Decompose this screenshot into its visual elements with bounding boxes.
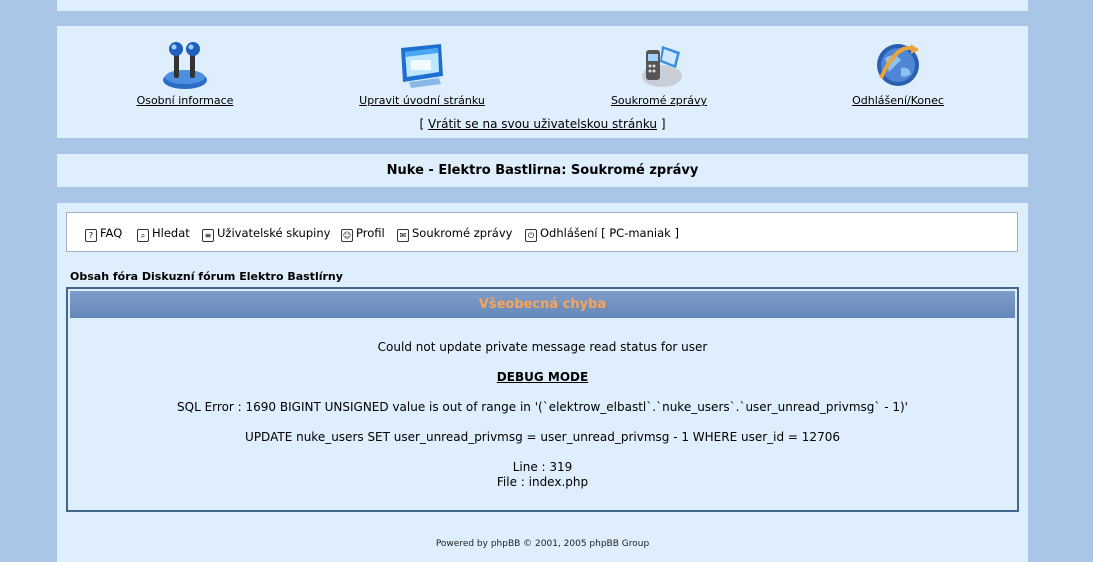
nav-item-private-messages[interactable]: Soukromé zprávy (559, 38, 759, 107)
return-to-user-page-link[interactable]: Vrátit se na svou uživatelskou stránku (428, 117, 657, 131)
footer-powered-by: Powered by phpBB © 2001, 2005 phpBB Grou… (435, 539, 650, 549)
monitor-window-icon (401, 44, 443, 88)
profile-icon: ☺ (341, 229, 353, 242)
toolbar-logout-label: Odhlášení [ PC-maniak ] (540, 226, 679, 240)
usergroups-icon: ≡ (202, 229, 214, 242)
sql-query-text: UPDATE nuke_users SET user_unread_privms… (245, 430, 840, 444)
error-line-number: Line : 319 (512, 460, 573, 474)
forum-toolbar: ? FAQ ⌕ Hledat ≡ Uživatelské skupiny ☺ Profi… (66, 212, 1018, 252)
toolbar-private-messages[interactable]: ✉ Soukromé zprávy (397, 226, 512, 242)
nav-label-personal-info[interactable]: Osobní informace (137, 94, 234, 107)
phone-message-icon (642, 46, 682, 87)
nav-item-personal-info[interactable]: Osobní informace (85, 38, 285, 107)
faq-icon: ? (85, 229, 97, 242)
toolbar-faq-label: FAQ (100, 226, 123, 240)
debug-mode-label: DEBUG MODE (496, 370, 589, 384)
nav-label-private-messages[interactable]: Soukromé zprávy (611, 94, 707, 107)
message-icon: ✉ (397, 229, 409, 242)
debug-mode-heading: DEBUG MODE (68, 370, 1017, 384)
toolbar-faq[interactable]: ? FAQ (85, 226, 122, 242)
nav-item-edit-homepage[interactable]: Upravit úvodní stránku (322, 38, 522, 107)
nav-item-logout[interactable]: Odhlášení/Konec (798, 38, 998, 107)
logout-icon: ⏻ (525, 229, 537, 242)
toolbar-search[interactable]: ⌕ Hledat (137, 226, 190, 242)
breadcrumb[interactable]: Obsah fóra Diskuzní fórum Elektro Bastlí… (70, 270, 343, 283)
globe-exit-icon (877, 44, 919, 86)
toolbar-logout[interactable]: ⏻ Odhlášení [ PC-maniak ] (525, 226, 679, 242)
toolbar-pm-label: Soukromé zprávy (412, 226, 513, 240)
error-box: Všeobecná chyba Could not update private… (66, 287, 1019, 512)
toolbar-profile-label: Profil (356, 226, 385, 240)
return-bracket-close: ] (660, 117, 666, 131)
toolbar-usergroups[interactable]: ≡ Uživatelské skupiny (202, 226, 330, 242)
nav-label-edit-homepage[interactable]: Upravit úvodní stránku (359, 94, 485, 107)
toolbar-usergroups-label: Uživatelské skupiny (217, 226, 331, 240)
sql-error-text: SQL Error : 1690 BIGINT UNSIGNED value i… (177, 400, 908, 414)
error-file-name: File : index.php (496, 475, 589, 489)
title-panel: Nuke - Elektro Bastlirna: Soukromé zpráv… (57, 154, 1028, 187)
nav-label-logout[interactable]: Odhlášení/Konec (852, 94, 944, 107)
search-icon: ⌕ (137, 229, 149, 242)
joystick-icon (163, 42, 207, 89)
main-panel: ? FAQ ⌕ Hledat ≡ Uživatelské skupiny ☺ Profi… (57, 203, 1028, 562)
return-bracket-open: [ (419, 117, 425, 131)
top-strip (57, 0, 1028, 11)
toolbar-profile[interactable]: ☺ Profil (341, 226, 385, 242)
user-nav-panel: Osobní informace Upravit úvodní stránku … (57, 26, 1028, 138)
error-title: Všeobecná chyba (70, 291, 1015, 318)
page-title: Nuke - Elektro Bastlirna: Soukromé zpráv… (386, 163, 699, 178)
toolbar-search-label: Hledat (152, 226, 190, 240)
error-message: Could not update private message read st… (377, 340, 708, 354)
return-line: [ Vrátit se na svou uživatelskou stránku… (57, 117, 1028, 131)
